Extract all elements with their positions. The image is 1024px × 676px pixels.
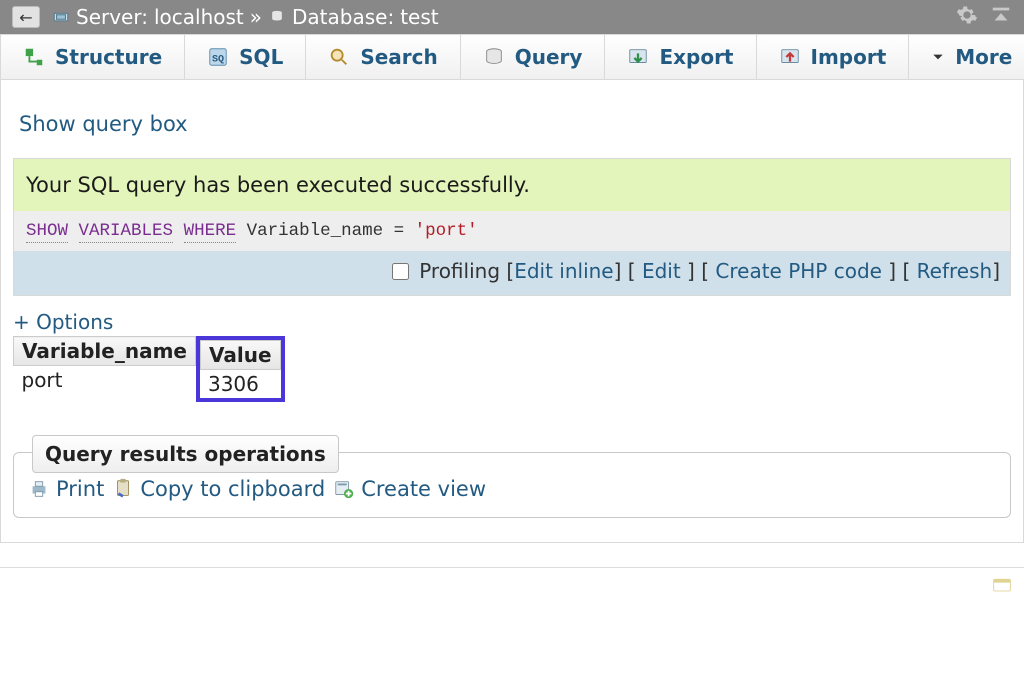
table-header-row: Variable_name [14,337,196,366]
tab-label: Import [811,45,887,69]
tab-label: SQL [239,45,283,69]
edit-inline-link[interactable]: Edit inline [514,259,613,283]
tab-sql[interactable]: SQ SQL [185,34,306,80]
divider [0,567,1024,568]
col-variable-name[interactable]: Variable_name [14,337,196,366]
breadcrumb-database-label: Database: [292,5,394,29]
sql-icon: SQ [207,46,229,68]
tab-query[interactable]: Query [461,34,606,80]
print-link[interactable]: Print [28,477,104,501]
create-view-label: Create view [361,477,486,501]
sql-eq: = [394,221,415,241]
edit-link[interactable]: Edit [642,259,681,283]
tab-export[interactable]: Export [605,34,756,80]
breadcrumb-server-label: Server: [76,5,148,29]
breadcrumb[interactable]: Server: localhost » Database: test [52,5,439,29]
query-tools-bar: Profiling [Edit inline] [ Edit ] [ Creat… [14,251,1010,295]
value-highlight: Value 3306 [196,336,285,402]
print-label: Print [56,477,104,501]
search-icon [328,46,350,68]
back-button[interactable]: ← [12,6,40,28]
sql-column: Variable_name [247,221,394,241]
tab-label: Structure [55,45,162,69]
tab-import[interactable]: Import [757,34,910,80]
create-php-link[interactable]: Create PHP code [715,259,882,283]
console-icon [992,576,1012,596]
create-view-link[interactable]: Create view [333,477,486,501]
show-query-box-link[interactable]: Show query box [19,112,188,136]
tab-label: Search [360,45,437,69]
tab-more[interactable]: More [909,34,1024,80]
sql-keyword: WHERE [184,221,237,243]
refresh-link[interactable]: Refresh [917,259,993,283]
options-link[interactable]: + Options [13,310,113,334]
breadcrumb-bar: ← Server: localhost » Database: test [0,0,1024,34]
query-icon [483,46,505,68]
svg-text:SQ: SQ [212,55,224,66]
sql-query-display: SHOW VARIABLES WHERE Variable_name = 'po… [14,211,1010,251]
printer-icon [28,478,50,500]
profiling-checkbox[interactable] [392,263,409,280]
results-table: Variable_name port [13,336,196,394]
create-view-icon [333,478,355,500]
success-message: Your SQL query has been executed success… [14,159,1010,211]
clipboard-icon [112,478,134,500]
breadcrumb-server-value: localhost [154,5,244,29]
query-results-operations: Query results operations Print Copy to c… [13,452,1011,518]
table-row: port [14,366,196,395]
sql-keyword: SHOW [26,221,68,243]
breadcrumb-separator: » [250,5,262,29]
sql-string: 'port' [415,221,478,241]
sql-result-panel: Your SQL query has been executed success… [13,158,1011,296]
structure-icon [23,46,45,68]
col-value[interactable]: Value [200,340,281,370]
tab-label: Query [515,45,583,69]
chevron-down-icon [931,50,945,64]
arrow-left-icon: ← [19,8,32,27]
main-panel: Show query box Your SQL query has been e… [0,80,1024,543]
import-icon [779,46,801,68]
tab-structure[interactable]: Structure [0,34,185,80]
cell-value: 3306 [200,370,281,398]
copy-clipboard-link[interactable]: Copy to clipboard [112,477,325,501]
database-icon [268,8,286,26]
profiling-label: Profiling [419,259,500,283]
gear-icon[interactable] [956,4,978,31]
tab-label: Export [659,45,733,69]
cell-variable-name: port [14,366,196,395]
console-toggle[interactable] [0,576,1024,609]
export-icon [627,46,649,68]
tab-search[interactable]: Search [306,34,460,80]
collapse-top-icon[interactable] [990,4,1012,31]
tab-label: More [955,45,1012,69]
operations-legend: Query results operations [32,435,339,473]
copy-label: Copy to clipboard [140,477,325,501]
tab-bar: Structure SQ SQL Search Query Export Imp… [0,34,1024,80]
breadcrumb-database-value: test [400,5,438,29]
server-icon [52,8,70,26]
sql-keyword: VARIABLES [79,221,174,243]
